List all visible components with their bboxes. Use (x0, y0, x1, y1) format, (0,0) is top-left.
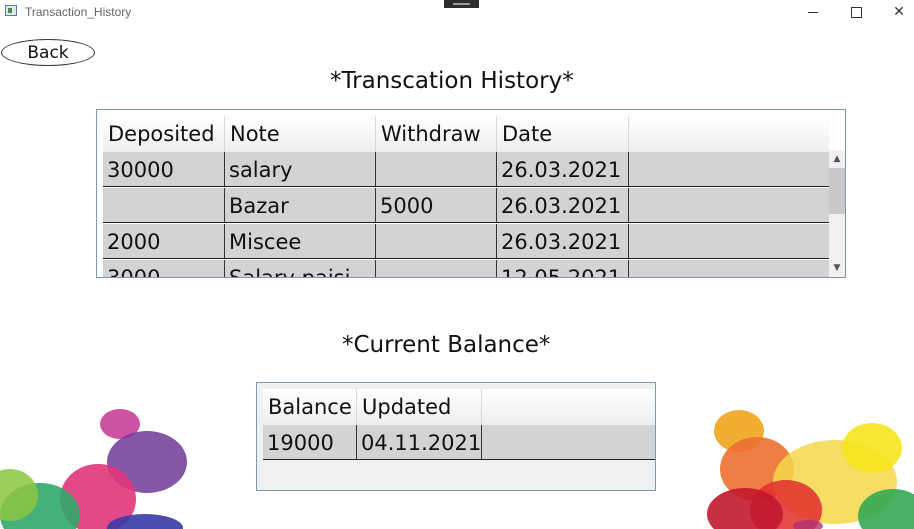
maximize-button[interactable] (833, 0, 879, 24)
cell-deposited[interactable] (103, 188, 225, 222)
maximize-icon (850, 6, 862, 18)
table-row[interactable]: Bazar 5000 26.03.2021 (103, 188, 829, 223)
cell-note[interactable]: Salary paisi (225, 260, 376, 277)
drag-grip-icon[interactable] (444, 0, 479, 8)
column-header-filler (482, 389, 655, 425)
cell-date[interactable]: 26.03.2021 (497, 188, 629, 222)
cell-date[interactable]: 12.05.2021 (497, 260, 629, 277)
column-header-filler (629, 116, 829, 152)
window-title: Transaction_History (25, 5, 132, 19)
vertical-scrollbar[interactable]: ▲ ▼ (829, 150, 845, 277)
cell-note[interactable]: Miscee (225, 224, 376, 258)
table-row[interactable]: 3000 Salary paisi 12.05.2021 (103, 260, 829, 277)
cell-deposited[interactable]: 30000 (103, 152, 225, 186)
cell-note[interactable]: Bazar (225, 188, 376, 222)
back-button[interactable]: Back (1, 39, 95, 66)
cell-updated[interactable]: 04.11.2021 (357, 425, 482, 459)
header-scroll-corner (829, 110, 845, 150)
cell-balance[interactable]: 19000 (263, 425, 357, 459)
close-button[interactable]: ✕ (876, 0, 914, 24)
cell-date[interactable]: 26.03.2021 (497, 224, 629, 258)
cell-withdraw[interactable]: 5000 (376, 188, 497, 222)
history-table-header: Deposited Note Withdraw Date (103, 116, 829, 152)
column-header-withdraw[interactable]: Withdraw (376, 116, 497, 152)
column-header-deposited[interactable]: Deposited (103, 116, 225, 152)
scroll-down-icon[interactable]: ▼ (829, 261, 845, 277)
cell-deposited[interactable]: 3000 (103, 260, 225, 277)
minimize-icon (808, 11, 818, 13)
close-icon: ✕ (893, 4, 905, 20)
scroll-up-icon[interactable]: ▲ (829, 150, 845, 166)
column-header-note[interactable]: Note (225, 116, 376, 152)
minimize-button[interactable] (790, 0, 836, 24)
column-header-date[interactable]: Date (497, 116, 629, 152)
cell-note[interactable]: salary (225, 152, 376, 186)
balance-heading: *Current Balance* (342, 332, 551, 358)
history-table[interactable]: Deposited Note Withdraw Date 30000 salar… (96, 109, 846, 278)
cell-deposited[interactable]: 2000 (103, 224, 225, 258)
cell-withdraw[interactable] (376, 152, 497, 186)
cell-withdraw[interactable] (376, 260, 497, 277)
table-row[interactable]: 2000 Miscee 26.03.2021 (103, 224, 829, 259)
balance-table[interactable]: Balance Updated 19000 04.11.2021 (256, 382, 656, 491)
balance-table-header: Balance Updated (263, 389, 655, 425)
history-heading: *Transcation History* (330, 68, 574, 94)
scroll-thumb[interactable] (829, 168, 845, 214)
app-icon (5, 5, 17, 16)
cell-date[interactable]: 26.03.2021 (497, 152, 629, 186)
title-bar: Transaction_History ✕ (0, 0, 914, 24)
table-row[interactable]: 30000 salary 26.03.2021 (103, 152, 829, 187)
cell-withdraw[interactable] (376, 224, 497, 258)
table-row[interactable]: 19000 04.11.2021 (263, 425, 655, 460)
column-header-updated[interactable]: Updated (357, 389, 482, 425)
column-header-balance[interactable]: Balance (263, 389, 357, 425)
